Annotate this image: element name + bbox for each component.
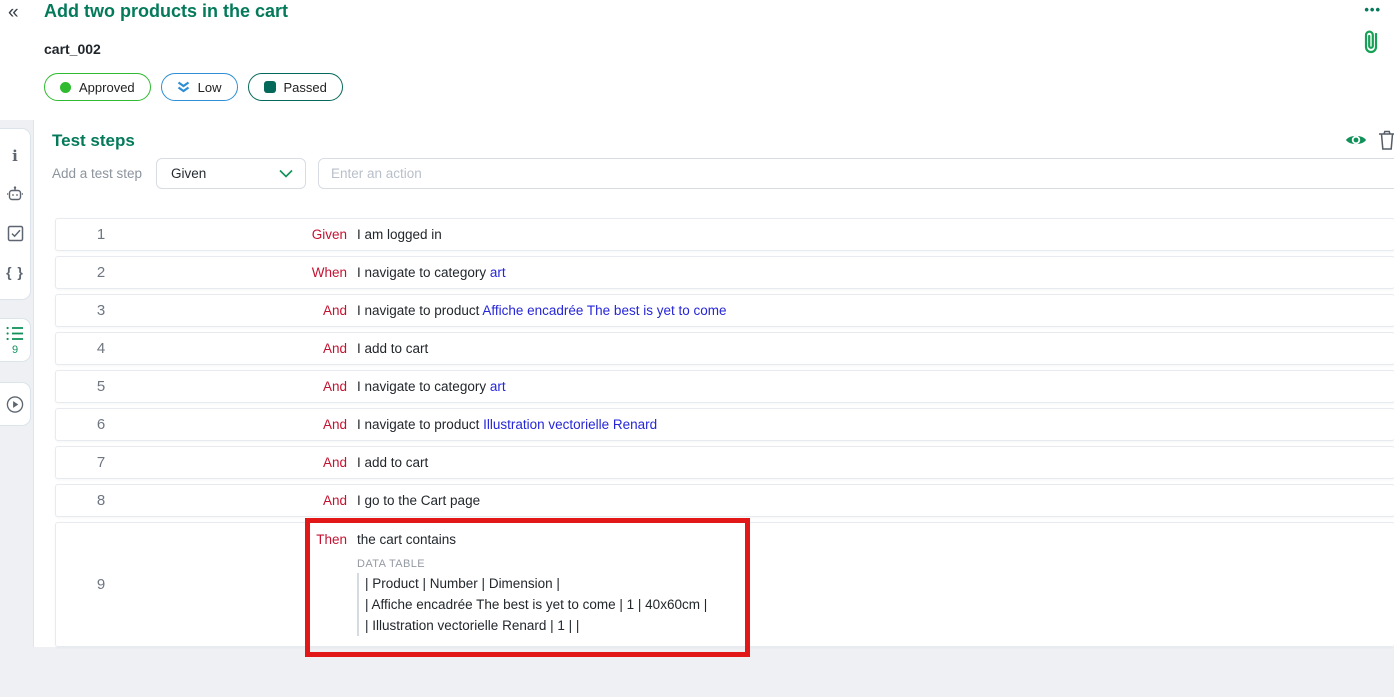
- keyword-select[interactable]: Given: [156, 158, 306, 189]
- step-number: 5: [56, 378, 146, 395]
- chevron-down-icon: [279, 169, 293, 178]
- step-text: I navigate to product: [357, 303, 482, 318]
- step-content: I navigate to product Illustration vecto…: [357, 417, 1394, 432]
- step-number: 6: [56, 416, 146, 433]
- step-content: the cart contains DATA TABLE | Product |…: [357, 523, 1394, 646]
- steps-count-badge: 9: [12, 344, 18, 356]
- badge-label: Passed: [284, 80, 327, 95]
- step-number: 9: [56, 576, 146, 593]
- badge-approved[interactable]: Approved: [44, 73, 151, 101]
- test-step-row[interactable]: 4And I add to cart: [55, 332, 1394, 365]
- step-number: 8: [56, 492, 146, 509]
- test-steps-title: Test steps: [52, 131, 135, 151]
- step-content: I navigate to category art: [357, 379, 1394, 394]
- step-param-link[interactable]: art: [490, 265, 506, 280]
- step-text: I navigate to category: [357, 265, 490, 280]
- sidebar-steps-card[interactable]: 9: [0, 318, 31, 362]
- eye-icon[interactable]: [1345, 132, 1367, 148]
- badge-low[interactable]: Low: [161, 73, 238, 101]
- step-text: I navigate to category: [357, 379, 490, 394]
- test-steps-panel: Test steps Add a test step Given 1GivenI…: [33, 120, 1394, 647]
- step-keyword: And: [146, 455, 347, 470]
- step-keyword: And: [146, 303, 347, 318]
- result-square-icon: [264, 81, 276, 93]
- test-case-id: cart_002: [44, 41, 101, 57]
- step-text: I add to cart: [357, 341, 428, 356]
- data-table-line: | Illustration vectorielle Renard | 1 | …: [365, 615, 1394, 636]
- data-table-lines: | Product | Number | Dimension || Affich…: [357, 573, 1394, 636]
- data-table-line: | Affiche encadrée The best is yet to co…: [365, 594, 1394, 615]
- step-content: I navigate to product Affiche encadrée T…: [357, 303, 1394, 318]
- step-text: I am logged in: [357, 227, 442, 242]
- step-keyword: And: [146, 417, 347, 432]
- keyword-select-value: Given: [171, 166, 279, 181]
- more-menu-icon[interactable]: •••: [1364, 2, 1381, 17]
- step-text: I navigate to product: [357, 417, 483, 432]
- data-table-line: | Product | Number | Dimension |: [365, 573, 1394, 594]
- robot-icon[interactable]: [6, 186, 24, 204]
- test-step-row[interactable]: 8And I go to the Cart page: [55, 484, 1394, 517]
- step-content: I navigate to category art: [357, 265, 1394, 280]
- test-step-row[interactable]: 1Given I am logged in: [55, 218, 1394, 251]
- collapse-panel-icon[interactable]: «: [8, 2, 19, 24]
- page-title: Add two products in the cart: [44, 1, 288, 22]
- status-dot-icon: [60, 82, 71, 93]
- action-input[interactable]: [318, 158, 1394, 189]
- test-steps-list: 1Given I am logged in 2When I navigate to c…: [55, 218, 1394, 652]
- step-number: 1: [56, 226, 146, 243]
- header-bar: « Add two products in the cart cart_002 …: [0, 0, 1394, 120]
- braces-icon[interactable]: { }: [6, 263, 24, 281]
- data-table: DATA TABLE | Product | Number | Dimensio…: [357, 558, 1394, 636]
- data-table-label: DATA TABLE: [357, 558, 1394, 570]
- step-content: I am logged in: [357, 227, 1394, 242]
- test-step-row[interactable]: 6And I navigate to product Illustration v…: [55, 408, 1394, 441]
- checkbox-icon[interactable]: [6, 224, 24, 242]
- add-test-step-label: Add a test step: [52, 166, 142, 181]
- badge-label: Approved: [79, 80, 135, 95]
- step-content: I add to cart: [357, 455, 1394, 470]
- step-content: I go to the Cart page: [357, 493, 1394, 508]
- paperclip-icon[interactable]: [1360, 27, 1382, 57]
- step-content: I add to cart: [357, 341, 1394, 356]
- step-text: I add to cart: [357, 455, 428, 470]
- badge-passed[interactable]: Passed: [248, 73, 343, 101]
- trash-icon[interactable]: [1378, 130, 1394, 150]
- step-param-link[interactable]: art: [490, 379, 506, 394]
- test-step-row[interactable]: 7And I add to cart: [55, 446, 1394, 479]
- step-text: the cart contains: [357, 532, 456, 547]
- badge-row: Approved Low Passed: [44, 73, 343, 101]
- play-icon: [6, 395, 24, 413]
- info-icon[interactable]: i: [6, 147, 24, 165]
- step-number: 3: [56, 302, 146, 319]
- test-step-row[interactable]: 5And I navigate to category art: [55, 370, 1394, 403]
- step-keyword: And: [146, 379, 347, 394]
- step-keyword: And: [146, 341, 347, 356]
- step-keyword: Then: [146, 523, 347, 646]
- step-number: 2: [56, 264, 146, 281]
- step-number: 7: [56, 454, 146, 471]
- step-keyword: Given: [146, 227, 347, 242]
- priority-chevrons-icon: [177, 81, 190, 93]
- step-param-link[interactable]: Affiche encadrée The best is yet to come: [482, 303, 726, 318]
- test-step-row[interactable]: 3And I navigate to product Affiche encadr…: [55, 294, 1394, 327]
- sidebar-run-card[interactable]: [0, 382, 31, 426]
- step-param-link[interactable]: Illustration vectorielle Renard: [483, 417, 657, 432]
- test-step-row[interactable]: 2When I navigate to category art: [55, 256, 1394, 289]
- steps-list-icon: [6, 325, 24, 343]
- badge-label: Low: [198, 80, 222, 95]
- step-number: 4: [56, 340, 146, 357]
- step-keyword: When: [146, 265, 347, 280]
- test-step-row[interactable]: 9Thenthe cart contains DATA TABLE | Prod…: [55, 522, 1394, 647]
- step-text: I go to the Cart page: [357, 493, 480, 508]
- step-keyword: And: [146, 493, 347, 508]
- sidebar-tools-card: i { }: [0, 128, 31, 300]
